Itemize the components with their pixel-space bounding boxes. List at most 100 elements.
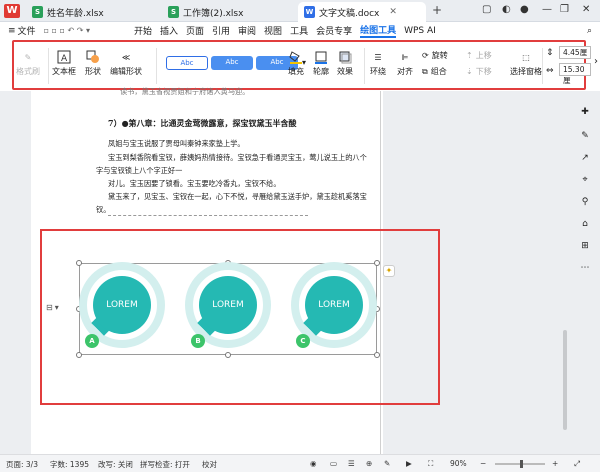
- group-button[interactable]: ⧉ 组合: [422, 66, 447, 77]
- outline-icon: [312, 48, 330, 66]
- attachment-icon[interactable]: ⚲: [578, 195, 592, 209]
- tab-xlsx-1[interactable]: S 姓名年龄.xlsx: [26, 2, 108, 22]
- paragraph-line: 字与宝钗锁上八个字正好一: [96, 166, 183, 175]
- share-icon[interactable]: ↗: [578, 151, 592, 165]
- pencil-icon[interactable]: ✎: [578, 129, 592, 143]
- wps-home-icon[interactable]: W: [4, 4, 20, 18]
- new-tab-button[interactable]: +: [432, 3, 442, 17]
- location-icon[interactable]: ⌖: [578, 173, 592, 187]
- wrap-icon: ☰: [374, 52, 382, 62]
- sheet-file-icon: S: [32, 6, 43, 18]
- format-painter-button[interactable]: ✎ 格式刷: [16, 48, 40, 77]
- zoom-level[interactable]: 90%: [450, 459, 467, 468]
- drawing-tools-ribbon: ✎ 格式刷 A 文本框 形状 ≪ 编辑形状 Abc Abc Abc ▾ 填充 轮…: [12, 40, 598, 90]
- resize-handle[interactable]: [374, 352, 380, 358]
- edit-view-icon[interactable]: ✎: [384, 459, 390, 468]
- effect-button[interactable]: 效果: [336, 48, 354, 77]
- resize-handle[interactable]: [76, 260, 82, 266]
- minimize-icon[interactable]: —: [542, 4, 552, 15]
- fill-button[interactable]: 填充: [287, 48, 305, 77]
- word-count[interactable]: 字数: 1395: [50, 459, 89, 470]
- read-mode-icon[interactable]: ◉: [310, 459, 317, 468]
- quick-access-icons[interactable]: ▫ ▫ ▫ ↶ ↷ ▾: [44, 26, 90, 35]
- proofread-button[interactable]: 校对: [202, 459, 217, 470]
- rotate-button[interactable]: ⟳ 旋转: [422, 50, 448, 61]
- menu-insert[interactable]: 插入: [160, 24, 178, 37]
- menu-wps-ai[interactable]: WPS AI: [404, 26, 436, 36]
- textbox-icon: A: [55, 48, 73, 66]
- width-input[interactable]: 15.30厘: [559, 63, 591, 85]
- divider: [108, 215, 308, 216]
- paragraph-line: 读书，黛玉省视贾姐和宁府诸入黄马迎。: [120, 87, 250, 96]
- resize-handle[interactable]: [225, 352, 231, 358]
- resize-handle[interactable]: [374, 260, 380, 266]
- chapter-heading: 7）●第八章：比通灵金莺微露意，探宝钗黛玉半含酸: [108, 118, 297, 128]
- format-painter-icon: ✎: [24, 52, 32, 62]
- ribbon-scroll-right-icon[interactable]: ›: [594, 56, 598, 67]
- zoom-out-icon[interactable]: −: [480, 459, 486, 468]
- chart-icon[interactable]: ⌂: [578, 217, 592, 231]
- menu-member[interactable]: 会员专享: [316, 24, 352, 37]
- textbox-button[interactable]: A 文本框: [52, 48, 76, 77]
- more-icon[interactable]: ⋯: [578, 261, 592, 275]
- vertical-scrollbar[interactable]: [563, 330, 567, 430]
- play-icon[interactable]: ▶: [406, 459, 412, 468]
- height-input[interactable]: 4.45厘: [559, 46, 591, 59]
- doc-file-icon: W: [304, 6, 315, 18]
- shape-button[interactable]: 形状: [84, 48, 102, 77]
- rotate-icon: ⟳: [422, 51, 429, 60]
- selection-pane-button[interactable]: ⬚ 选择窗格: [510, 48, 542, 77]
- fullscreen-icon[interactable]: ⛶: [428, 459, 433, 469]
- selection-pane-icon: ⬚: [522, 52, 530, 62]
- web-view-icon[interactable]: ⊕: [366, 459, 372, 468]
- send-backward-button[interactable]: ⇣ 下移: [466, 66, 492, 77]
- page-indicator[interactable]: 页面: 3/3: [6, 459, 38, 470]
- pin-icon[interactable]: ✚: [578, 105, 592, 119]
- outline-button[interactable]: 轮廓: [312, 48, 330, 77]
- tab-bar: W S 姓名年龄.xlsx S 工作簿(2).xlsx W 文字文稿.docx …: [0, 0, 600, 22]
- wrap-button[interactable]: ☰ 环绕: [369, 48, 387, 77]
- shape-style-2[interactable]: Abc: [211, 56, 253, 70]
- tab-docx[interactable]: W 文字文稿.docx ✕: [298, 2, 426, 22]
- window-layout-icon[interactable]: ▢: [482, 4, 491, 15]
- close-window-icon[interactable]: ✕: [582, 4, 590, 15]
- align-button[interactable]: ⊫ 对齐: [396, 48, 414, 77]
- menu-reference[interactable]: 引用: [212, 24, 230, 37]
- tab-xlsx-2[interactable]: S 工作簿(2).xlsx: [162, 2, 247, 22]
- circle-label: LOREM: [93, 276, 151, 334]
- maximize-icon[interactable]: ❐: [560, 4, 569, 15]
- skin-icon[interactable]: ◐: [502, 4, 511, 15]
- align-icon: ⊫: [401, 52, 409, 62]
- search-icon[interactable]: ⌕: [587, 26, 592, 36]
- zoom-in-icon[interactable]: +: [552, 459, 558, 468]
- close-tab-icon[interactable]: ✕: [389, 7, 397, 17]
- resize-handle[interactable]: [76, 352, 82, 358]
- fill-bucket-icon: [287, 48, 305, 66]
- zoom-slider-knob[interactable]: [520, 460, 523, 468]
- file-menu[interactable]: ≡ 文件: [8, 24, 36, 38]
- shape-icon: [84, 48, 102, 66]
- page-view-icon[interactable]: ▭: [330, 459, 337, 468]
- overwrite-mode[interactable]: 改写: 关闭: [98, 459, 133, 470]
- edit-shape-icon: ≪: [121, 52, 131, 62]
- layout-options-button[interactable]: ⊟ ▾: [46, 303, 59, 312]
- menu-drawing-tools[interactable]: 绘图工具: [360, 23, 397, 38]
- spellcheck-toggle[interactable]: 拼写检查: 打开: [140, 459, 190, 470]
- badge-c: C: [296, 334, 310, 348]
- shape-style-1[interactable]: Abc: [166, 56, 208, 70]
- menu-page[interactable]: 页面: [186, 24, 204, 37]
- edit-shape-button[interactable]: ≪ 编辑形状: [110, 48, 142, 77]
- menu-bar: ≡ 文件 ▫ ▫ ▫ ↶ ↷ ▾ 开始 插入 页面 引用 审阅 视图 工具 会员…: [0, 22, 600, 39]
- list-view-icon[interactable]: ☰: [348, 459, 355, 468]
- lightbulb-icon[interactable]: ✦: [383, 265, 395, 277]
- send-backward-icon: ⇣: [466, 67, 473, 76]
- menu-start[interactable]: 开始: [134, 24, 152, 37]
- avatar[interactable]: ●: [520, 4, 529, 15]
- menu-tools[interactable]: 工具: [290, 24, 308, 37]
- tab-label: 工作簿(2).xlsx: [183, 8, 244, 19]
- bring-forward-button[interactable]: ⇡ 上移: [466, 50, 492, 61]
- menu-review[interactable]: 审阅: [238, 24, 256, 37]
- fit-page-icon[interactable]: ⤢: [574, 459, 580, 469]
- menu-view[interactable]: 视图: [264, 24, 282, 37]
- grid-icon[interactable]: ⊞: [578, 239, 592, 253]
